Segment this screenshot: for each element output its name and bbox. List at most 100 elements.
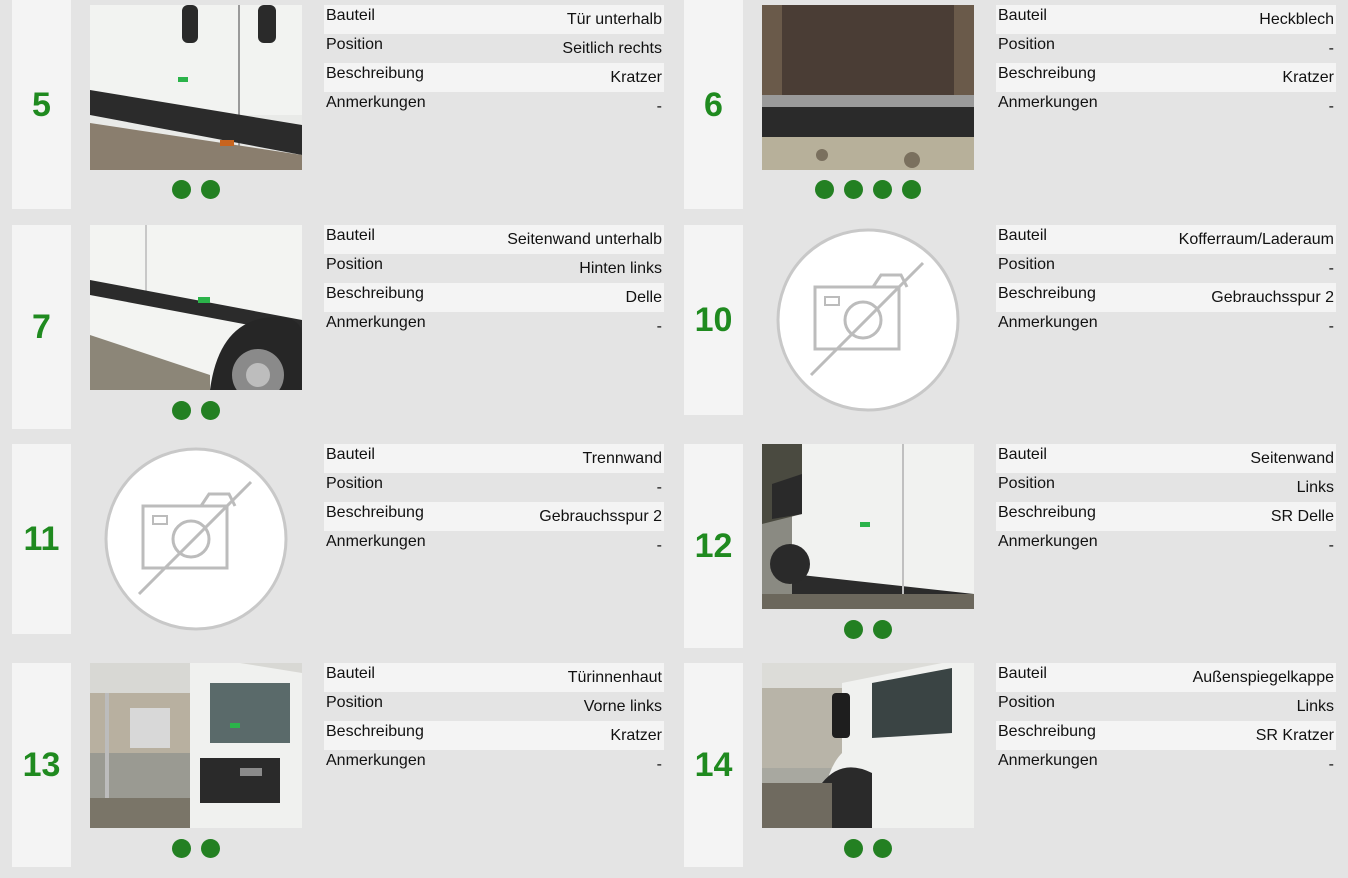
detail-label: Anmerkungen [326,533,426,550]
detail-value: - [656,318,662,335]
damage-details: Bauteil Außenspiegelkappe Position Links B… [996,663,1336,779]
damage-number-cell: 6 [684,0,743,209]
detail-value: - [1328,318,1334,335]
damage-number: 11 [23,520,60,558]
pagination-dot[interactable] [815,180,834,199]
detail-value: Vorne links [583,698,662,715]
damage-number-cell: 12 [684,444,743,648]
detail-row-beschreibung: Beschreibung SR Kratzer [996,721,1336,750]
pagination-dot[interactable] [172,180,191,199]
detail-value: Hinten links [579,260,662,277]
detail-label: Beschreibung [326,504,424,521]
detail-label: Bauteil [326,446,375,463]
detail-label: Beschreibung [998,723,1096,740]
damage-number-cell: 14 [684,663,743,867]
damage-photo[interactable] [762,663,974,828]
pagination-dot[interactable] [201,839,220,858]
detail-label: Anmerkungen [326,752,426,769]
pagination-dot[interactable] [844,620,863,639]
damage-photo[interactable] [762,5,974,170]
detail-row-position: Position - [996,254,1336,283]
detail-row-position: Position Links [996,473,1336,502]
damage-number: 13 [22,746,61,784]
detail-value: Gebrauchsspur 2 [539,508,662,525]
detail-row-bauteil: Bauteil Seitenwand unterhalb [324,225,664,254]
detail-label: Position [326,475,383,492]
detail-value: - [1328,40,1334,57]
damage-details: Bauteil Heckblech Position - Beschreibung K… [996,5,1336,121]
detail-label: Position [998,694,1055,711]
no-photo-icon [773,225,963,415]
detail-row-beschreibung: Beschreibung Kratzer [324,721,664,750]
detail-label: Beschreibung [998,504,1096,521]
detail-row-anmerkungen: Anmerkungen - [996,92,1336,121]
detail-value: Seitlich rechts [562,40,662,57]
pagination-dot[interactable] [201,401,220,420]
detail-value: - [1328,98,1334,115]
detail-row-beschreibung: Beschreibung SR Delle [996,502,1336,531]
photo-pagination [762,839,974,859]
pagination-dot[interactable] [844,839,863,858]
detail-value: Kratzer [1282,69,1334,86]
pagination-dot[interactable] [172,839,191,858]
pagination-dot[interactable] [873,839,892,858]
detail-value: - [1328,756,1334,773]
detail-label: Position [998,475,1055,492]
damage-number: 5 [32,85,51,124]
detail-label: Position [998,36,1055,53]
detail-row-anmerkungen: Anmerkungen - [324,531,664,560]
detail-value: Trennwand [582,450,662,467]
detail-label: Bauteil [998,227,1047,244]
detail-value: SR Kratzer [1255,727,1334,744]
damage-details: Bauteil Türinnenhaut Position Vorne links … [324,663,664,779]
detail-value: SR Delle [1270,508,1334,525]
no-photo-placeholder [90,444,302,634]
detail-label: Beschreibung [326,723,424,740]
damage-card: 5 Bauteil Tür unterhalb Position Seitlich … [12,0,672,209]
damage-number: 10 [694,301,733,339]
detail-label: Anmerkungen [998,314,1098,331]
damage-details: Bauteil Seitenwand unterhalb Position Hint… [324,225,664,341]
pagination-dot[interactable] [201,180,220,199]
detail-label: Beschreibung [998,285,1096,302]
detail-row-anmerkungen: Anmerkungen - [996,531,1336,560]
damage-card: 14 Bauteil Außenspiegelkappe Position Link… [684,663,1344,867]
photo-pagination [90,839,302,859]
pagination-dot[interactable] [844,180,863,199]
detail-row-anmerkungen: Anmerkungen - [996,312,1336,341]
detail-value: Außenspiegelkappe [1192,669,1334,686]
pagination-dot[interactable] [873,180,892,199]
detail-value: Heckblech [1259,11,1334,28]
damage-photo[interactable] [90,5,302,170]
pagination-dot[interactable] [172,401,191,420]
photo-pagination [90,401,302,421]
detail-label: Position [326,36,383,53]
detail-row-position: Position - [324,473,664,502]
damage-photo[interactable] [90,663,302,828]
detail-label: Anmerkungen [326,314,426,331]
detail-value: - [656,479,662,496]
damage-number: 6 [704,85,723,124]
detail-row-position: Position Links [996,692,1336,721]
damage-photo[interactable] [762,444,974,609]
detail-value: Kratzer [610,727,662,744]
no-photo-icon [101,444,291,634]
detail-row-position: Position Hinten links [324,254,664,283]
detail-row-bauteil: Bauteil Kofferraum/Laderaum [996,225,1336,254]
damage-number-cell: 11 [12,444,71,634]
detail-row-anmerkungen: Anmerkungen - [324,750,664,779]
detail-row-anmerkungen: Anmerkungen - [996,750,1336,779]
damage-card: 11 Bauteil Trennwand Position - Beschreibu… [12,444,672,634]
damage-card: 7 Bauteil Seitenwand unterhalb Position Hi… [12,225,672,429]
pagination-dot[interactable] [873,620,892,639]
detail-label: Bauteil [998,446,1047,463]
pagination-dot[interactable] [902,180,921,199]
detail-value: Kofferraum/Laderaum [1178,231,1334,248]
photo-pagination [762,620,974,640]
damage-photo[interactable] [90,225,302,390]
damage-number: 14 [694,746,733,784]
damage-card: 6 Bauteil Heckblech Position - Beschreibun… [684,0,1344,209]
damage-number-cell: 5 [12,0,71,209]
detail-label: Beschreibung [326,65,424,82]
detail-label: Beschreibung [326,285,424,302]
